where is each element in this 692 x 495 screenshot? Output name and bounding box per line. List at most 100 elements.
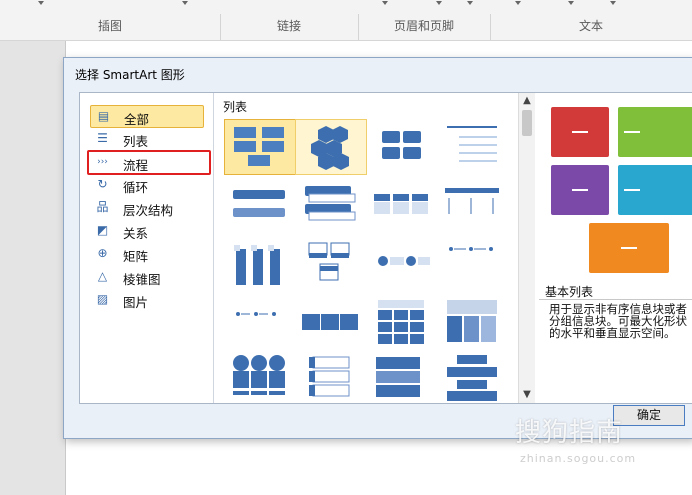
gallery-scrollbar[interactable]: ▲ ▼	[518, 93, 535, 403]
hexagon-cluster-graphic	[311, 126, 349, 170]
vertical-bullet-list-graphic	[233, 190, 285, 217]
layout-thumbnail[interactable]	[437, 294, 507, 348]
table-list-graphic	[378, 300, 424, 344]
ribbon-group-label: 链接	[276, 19, 301, 33]
relationship-icon: ◩	[96, 223, 109, 237]
circle-columns-graphic	[233, 355, 285, 395]
category-label: 循环	[123, 180, 149, 195]
layout-thumbnail[interactable]	[295, 351, 365, 405]
scroll-thumb[interactable]	[522, 110, 532, 136]
ribbon-group-label: 插图	[97, 19, 122, 33]
category-picture[interactable]: ▨ 图片	[90, 289, 202, 310]
category-process[interactable]: ››› 流程	[87, 150, 211, 175]
layout-thumbnail[interactable]	[366, 180, 436, 234]
scroll-up-icon[interactable]: ▲	[519, 93, 535, 109]
dot-list-graphic	[449, 247, 493, 251]
ribbon-group-header-footer: 页眉和页脚	[358, 14, 491, 40]
dropdown-arrow-icon[interactable]	[568, 1, 574, 5]
dropdown-arrow-icon[interactable]	[182, 1, 188, 5]
category-label: 关系	[123, 226, 149, 241]
trapezoid-list-graphic	[309, 356, 350, 397]
basic-list-graphic	[234, 127, 284, 166]
layout-thumbnail[interactable]	[437, 180, 507, 234]
pyramid-icon: △	[97, 269, 108, 283]
pin-list-graphic	[236, 312, 276, 316]
smartart-dialog: 选择 SmartArt 图形 ▤ 全部 ☰ 列表 ››› 流程 ↻ 循环 品 层…	[63, 57, 692, 439]
layout-thumbnail[interactable]	[295, 119, 367, 175]
layout-thumbnail[interactable]	[224, 119, 296, 175]
layout-thumbnail[interactable]	[224, 237, 294, 291]
category-pyramid[interactable]: △ 棱锥图	[90, 266, 202, 287]
dialog-title: 选择 SmartArt 图形	[75, 68, 185, 82]
dropdown-arrow-icon[interactable]	[610, 1, 616, 5]
cycle-icon: ↻	[97, 177, 108, 191]
category-label: 列表	[123, 134, 149, 149]
category-list: ▤ 全部 ☰ 列表 ››› 流程 ↻ 循环 品 层次结构 ◩ 关系 ⊕ 矩阵 △…	[80, 93, 214, 403]
dropdown-arrow-icon[interactable]	[515, 1, 521, 5]
category-label: 流程	[123, 158, 149, 173]
circle-list-graphic	[378, 256, 430, 266]
layout-thumbnail[interactable]	[295, 294, 365, 348]
scroll-down-icon[interactable]: ▼	[519, 387, 535, 403]
ribbon-group-label: 文本	[578, 19, 603, 33]
category-cycle[interactable]: ↻ 循环	[90, 174, 202, 195]
layout-thumbnail[interactable]	[366, 351, 436, 405]
dialog-content: ▤ 全部 ☰ 列表 ››› 流程 ↻ 循环 品 层次结构 ◩ 关系 ⊕ 矩阵 △…	[79, 92, 692, 404]
ribbon-group-illustrations: 插图	[0, 14, 221, 40]
gradient-columns-graphic	[447, 300, 497, 342]
preview-title: 基本列表	[545, 285, 594, 299]
tall-columns-graphic	[234, 245, 280, 285]
layout-thumbnail[interactable]	[366, 119, 436, 173]
layout-thumbnail[interactable]	[437, 119, 507, 173]
layout-thumbnail[interactable]	[366, 237, 436, 291]
preview-description: 用于显示非有序信息块或者分组信息块。可最大化形状的水平和垂直显示空间。	[539, 299, 692, 403]
preview-shape	[618, 165, 692, 215]
process-icon: ›››	[97, 157, 108, 167]
layout-thumbnail[interactable]	[224, 351, 294, 405]
preview-shape	[618, 107, 692, 157]
horizontal-blocks-graphic	[302, 314, 358, 330]
hierarchy-icon: 品	[96, 200, 109, 214]
layout-thumbnail[interactable]	[366, 294, 436, 348]
category-label: 矩阵	[123, 249, 149, 264]
layout-thumbnail[interactable]	[224, 294, 294, 348]
category-list-item[interactable]: ☰ 列表	[90, 128, 202, 149]
category-matrix[interactable]: ⊕ 矩阵	[90, 243, 202, 264]
ok-button[interactable]: 确定	[613, 405, 685, 426]
ribbon-group-links: 链接	[220, 14, 359, 40]
dropdown-arrow-icon[interactable]	[436, 1, 442, 5]
lined-list-graphic	[447, 126, 497, 162]
preview-shape	[589, 223, 669, 273]
ribbon-group-label: 页眉和页脚	[393, 19, 454, 33]
all-icon: ▤	[97, 109, 110, 123]
watermark-url: zhinan.sogou.com	[520, 452, 637, 465]
watermark-logo: 搜狗指南	[515, 418, 624, 448]
layout-thumbnail[interactable]	[295, 180, 365, 234]
picture-icon: ▨	[96, 292, 109, 306]
category-label: 层次结构	[123, 203, 174, 218]
category-all[interactable]: ▤ 全部	[90, 105, 204, 128]
layout-thumbnail[interactable]	[295, 237, 365, 291]
target-list-graphic	[376, 357, 420, 397]
layout-thumbnail[interactable]	[437, 237, 507, 291]
dropdown-arrow-icon[interactable]	[467, 1, 473, 5]
dropdown-arrow-icon[interactable]	[382, 1, 388, 5]
category-label: 图片	[123, 295, 149, 310]
category-hierarchy[interactable]: 品 层次结构	[90, 197, 202, 218]
horizontal-bullet-graphic	[374, 194, 428, 214]
grouped-list-graphic	[382, 131, 421, 159]
layout-thumbnail[interactable]	[437, 351, 507, 405]
square-accent-list-graphic	[445, 188, 499, 214]
picture-caption-graphic	[308, 242, 350, 281]
stacked-blocks-graphic	[447, 355, 497, 401]
list-icon: ☰	[97, 131, 108, 145]
category-label: 棱锥图	[123, 272, 161, 287]
ribbon-group-text: 文本	[490, 14, 692, 40]
dropdown-arrow-icon[interactable]	[38, 1, 44, 5]
ribbon: 插图 链接 页眉和页脚 文本	[0, 0, 692, 41]
layout-thumbnail[interactable]	[224, 180, 294, 234]
layout-gallery: ▲ ▼	[214, 93, 535, 405]
preview-shape	[551, 107, 609, 157]
category-relationship[interactable]: ◩ 关系	[90, 220, 202, 241]
preview-shape	[551, 165, 609, 215]
